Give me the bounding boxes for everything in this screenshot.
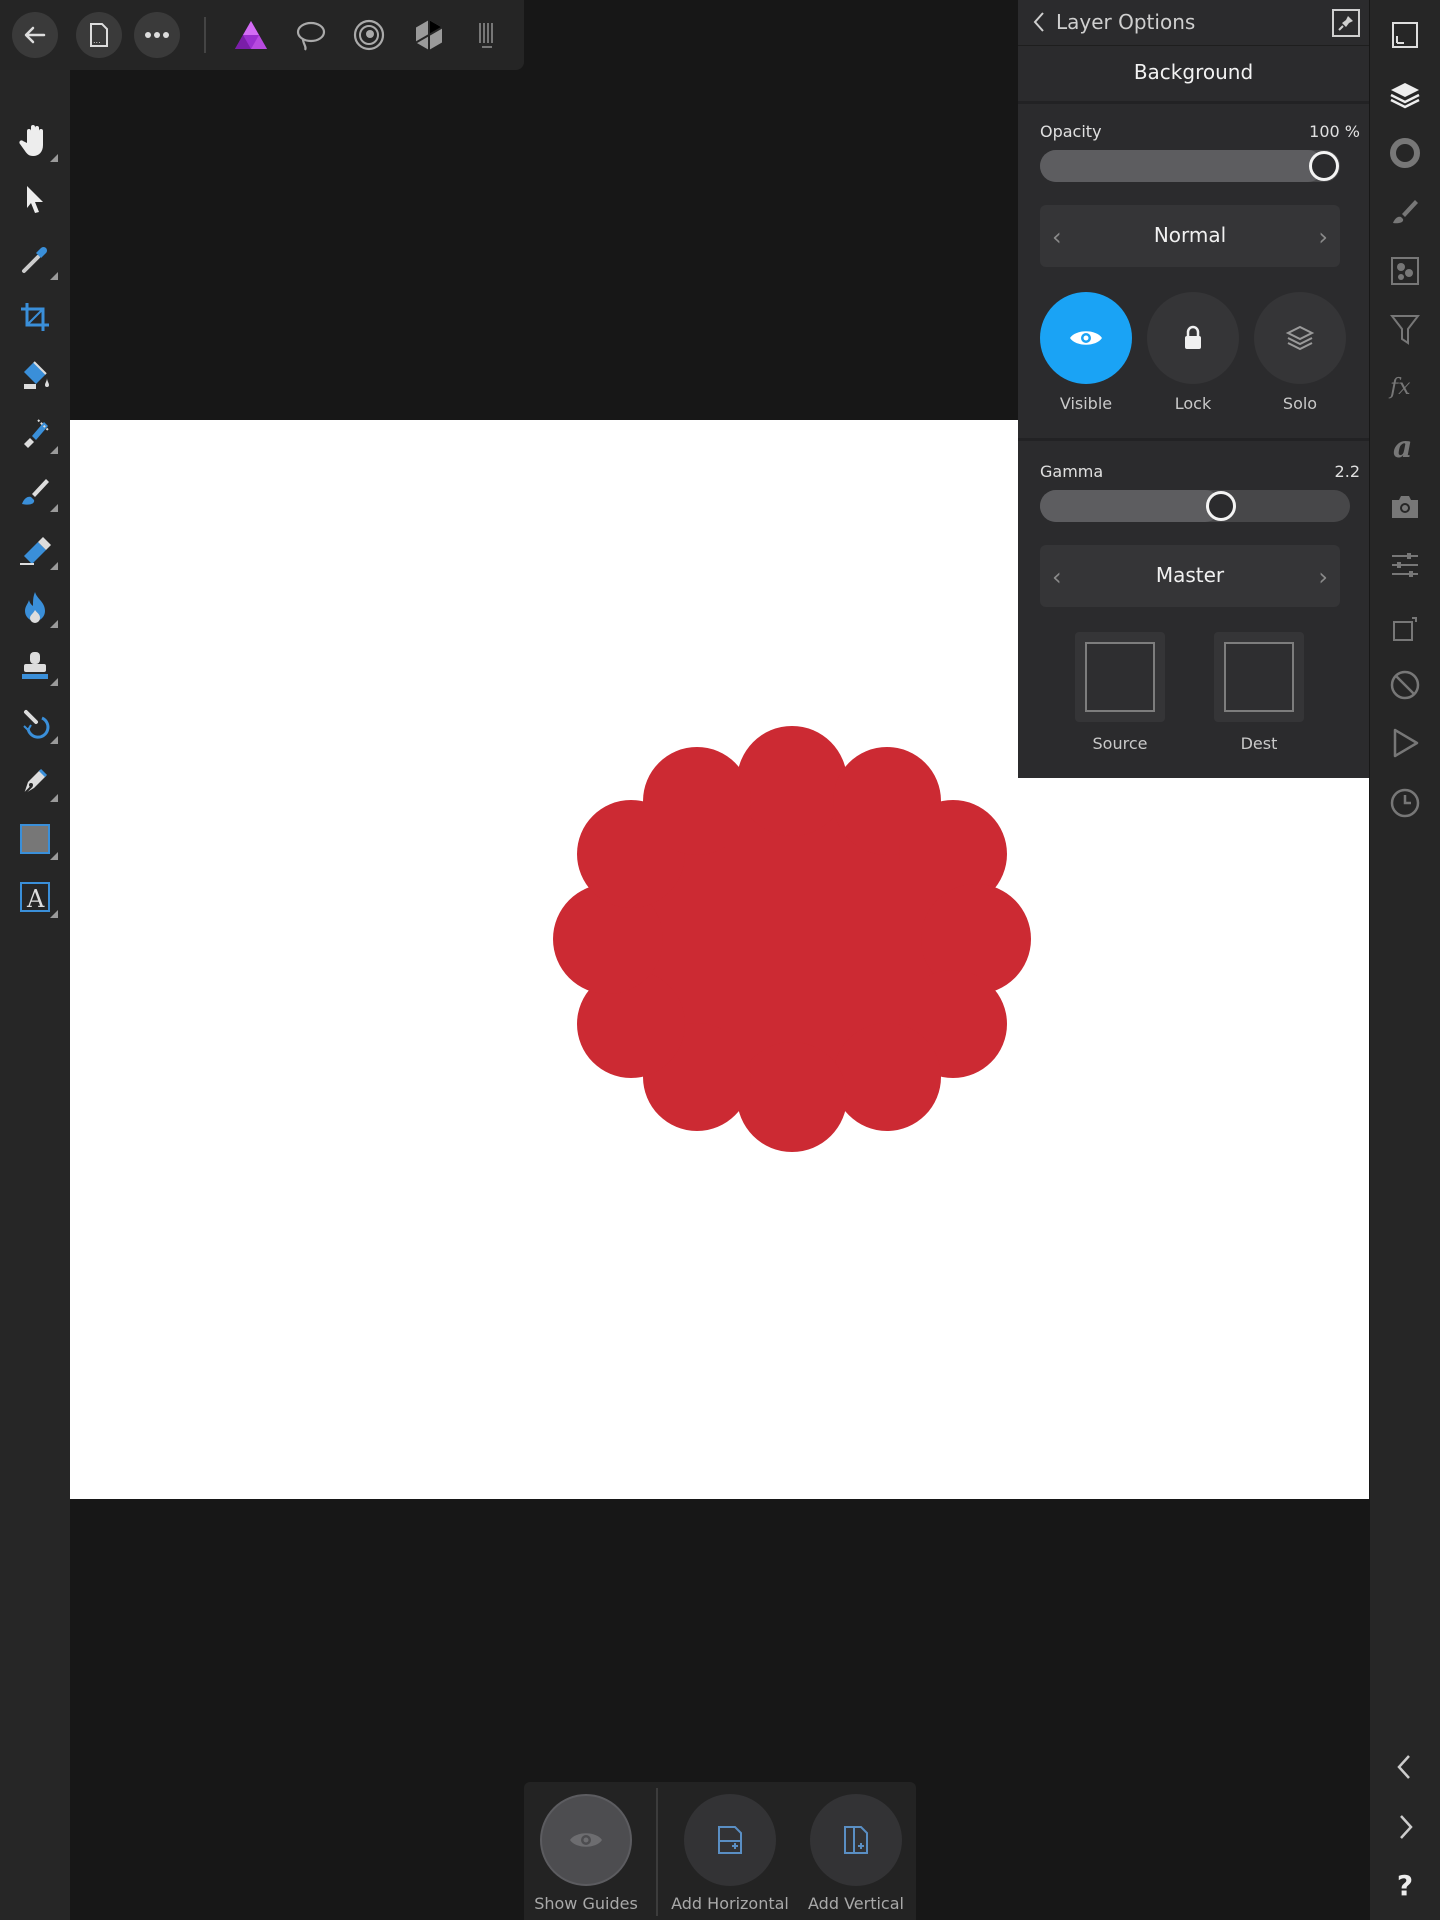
solo-icon: [1285, 325, 1315, 351]
gamma-slider-fill: [1040, 490, 1221, 522]
section-divider: [1018, 438, 1369, 441]
rectangle-tool-icon[interactable]: [10, 814, 60, 864]
svg-text:a: a: [1393, 431, 1412, 463]
eye-icon: [570, 1833, 602, 1847]
selection-persona-icon[interactable]: [288, 12, 334, 58]
add-vertical-guide-button[interactable]: [810, 1794, 902, 1886]
photo-persona-icon[interactable]: [228, 12, 274, 58]
text-styles-studio-icon[interactable]: a: [1380, 422, 1430, 472]
adjustments-studio-icon[interactable]: [1380, 304, 1430, 354]
macros-studio-icon[interactable]: [1380, 660, 1430, 710]
source-swatch[interactable]: [1075, 632, 1165, 722]
pen-tool-icon[interactable]: [10, 756, 60, 806]
clone-brush-tool-icon[interactable]: [10, 640, 60, 690]
transform-studio-icon[interactable]: [1380, 540, 1430, 590]
more-icon[interactable]: [134, 12, 180, 58]
stock-studio-icon[interactable]: [1380, 482, 1430, 532]
tools-toolbar: A: [0, 70, 70, 1920]
add-vertical-label: Add Vertical: [808, 1894, 904, 1913]
panel-header: Layer Options: [1018, 0, 1369, 46]
lock-label: Lock: [1174, 394, 1212, 413]
color-picker-tool-icon[interactable]: [10, 234, 60, 284]
solo-toggle-button[interactable]: [1254, 292, 1346, 384]
chevron-right-icon[interactable]: ›: [1318, 563, 1328, 591]
opacity-label: Opacity: [1040, 122, 1102, 141]
toolbar-divider: [204, 17, 206, 53]
effects-studio-icon[interactable]: fx: [1380, 362, 1430, 412]
dest-swatch-color: [1224, 642, 1294, 712]
flower-shape[interactable]: [530, 726, 1054, 1152]
lock-icon: [1185, 325, 1201, 349]
add-horizontal-guide-icon: [718, 1826, 742, 1854]
inpainting-brush-tool-icon[interactable]: [10, 698, 60, 748]
layers-studio-icon[interactable]: [1380, 70, 1430, 120]
history-studio-icon[interactable]: [1380, 778, 1430, 828]
opacity-slider-knob[interactable]: [1309, 151, 1339, 181]
gamma-slider[interactable]: [1040, 490, 1350, 522]
opacity-slider[interactable]: [1040, 150, 1340, 182]
visible-toggle-button[interactable]: [1040, 292, 1132, 384]
studio-toolbar: fx a ?: [1370, 0, 1440, 1920]
opacity-slider-fill: [1040, 150, 1324, 182]
document-icon[interactable]: ...: [76, 12, 122, 58]
visible-label: Visible: [1059, 394, 1113, 413]
tone-mapping-persona-icon[interactable]: [464, 12, 510, 58]
canvas-studio-icon[interactable]: [1380, 10, 1430, 60]
help-icon[interactable]: ?: [1380, 1860, 1430, 1910]
lock-toggle-button[interactable]: [1147, 292, 1239, 384]
eye-icon: [1070, 331, 1102, 345]
section-divider: [1018, 101, 1369, 104]
pin-icon[interactable]: [1332, 9, 1360, 37]
layer-name[interactable]: Background: [1018, 60, 1369, 84]
flood-fill-tool-icon[interactable]: [10, 350, 60, 400]
chevron-back-icon[interactable]: [1032, 10, 1046, 38]
channel-value: Master: [1155, 563, 1225, 587]
gamma-value: 2.2: [1334, 462, 1360, 481]
chevron-left-icon[interactable]: [1380, 1742, 1430, 1792]
blend-mode-selector[interactable]: ‹ Normal ›: [1040, 205, 1340, 267]
liquify-persona-icon[interactable]: [346, 12, 392, 58]
layer-options-panel: Layer Options Background Opacity 100 % ‹…: [1018, 0, 1369, 778]
back-icon[interactable]: [12, 12, 58, 58]
add-vertical-guide-icon: [844, 1826, 868, 1854]
svg-text:fx: fx: [1388, 375, 1411, 400]
paint-brush-tool-icon[interactable]: [10, 466, 60, 516]
add-horizontal-label: Add Horizontal: [671, 1894, 789, 1913]
channels-studio-icon[interactable]: [1380, 246, 1430, 296]
erase-brush-tool-icon[interactable]: [10, 524, 60, 574]
top-toolbar: ...: [0, 0, 524, 70]
guides-context-bar: Show Guides Add Horizontal Add Vertical: [524, 1782, 916, 1920]
channel-selector[interactable]: ‹ Master ›: [1040, 545, 1340, 607]
show-guides-button[interactable]: [540, 1794, 632, 1886]
source-label: Source: [1092, 734, 1148, 753]
move-tool-icon[interactable]: [10, 174, 60, 224]
svg-text:...: ...: [93, 36, 101, 45]
panel-title: Layer Options: [1056, 10, 1196, 34]
opacity-value: 100 %: [1309, 122, 1360, 141]
affinity-photo-app: ... A fx a ? Layer Options Background Op…: [0, 0, 1440, 1920]
guides-divider: [656, 1788, 658, 1916]
crop-tool-icon[interactable]: [10, 292, 60, 342]
text-tool-icon[interactable]: A: [10, 872, 60, 922]
chevron-right-icon[interactable]: ›: [1318, 223, 1328, 251]
gamma-slider-knob[interactable]: [1206, 491, 1236, 521]
view-tool-icon[interactable]: [10, 116, 60, 166]
history-play-icon[interactable]: [1380, 718, 1430, 768]
solo-label: Solo: [1282, 394, 1318, 413]
snapshots-studio-icon[interactable]: [1380, 604, 1430, 654]
selection-brush-tool-icon[interactable]: [10, 408, 60, 458]
brushes-studio-icon[interactable]: [1380, 186, 1430, 236]
blend-mode-value: Normal: [1153, 223, 1227, 247]
dest-swatch[interactable]: [1214, 632, 1304, 722]
burn-brush-tool-icon[interactable]: [10, 582, 60, 632]
color-studio-icon[interactable]: [1380, 128, 1430, 178]
add-horizontal-guide-button[interactable]: [684, 1794, 776, 1886]
svg-text:A: A: [26, 885, 45, 913]
develop-persona-icon[interactable]: [406, 12, 452, 58]
chevron-right-icon[interactable]: [1380, 1802, 1430, 1852]
source-swatch-color: [1085, 642, 1155, 712]
show-guides-label: Show Guides: [534, 1894, 638, 1913]
dest-label: Dest: [1240, 734, 1278, 753]
gamma-label: Gamma: [1040, 462, 1104, 481]
